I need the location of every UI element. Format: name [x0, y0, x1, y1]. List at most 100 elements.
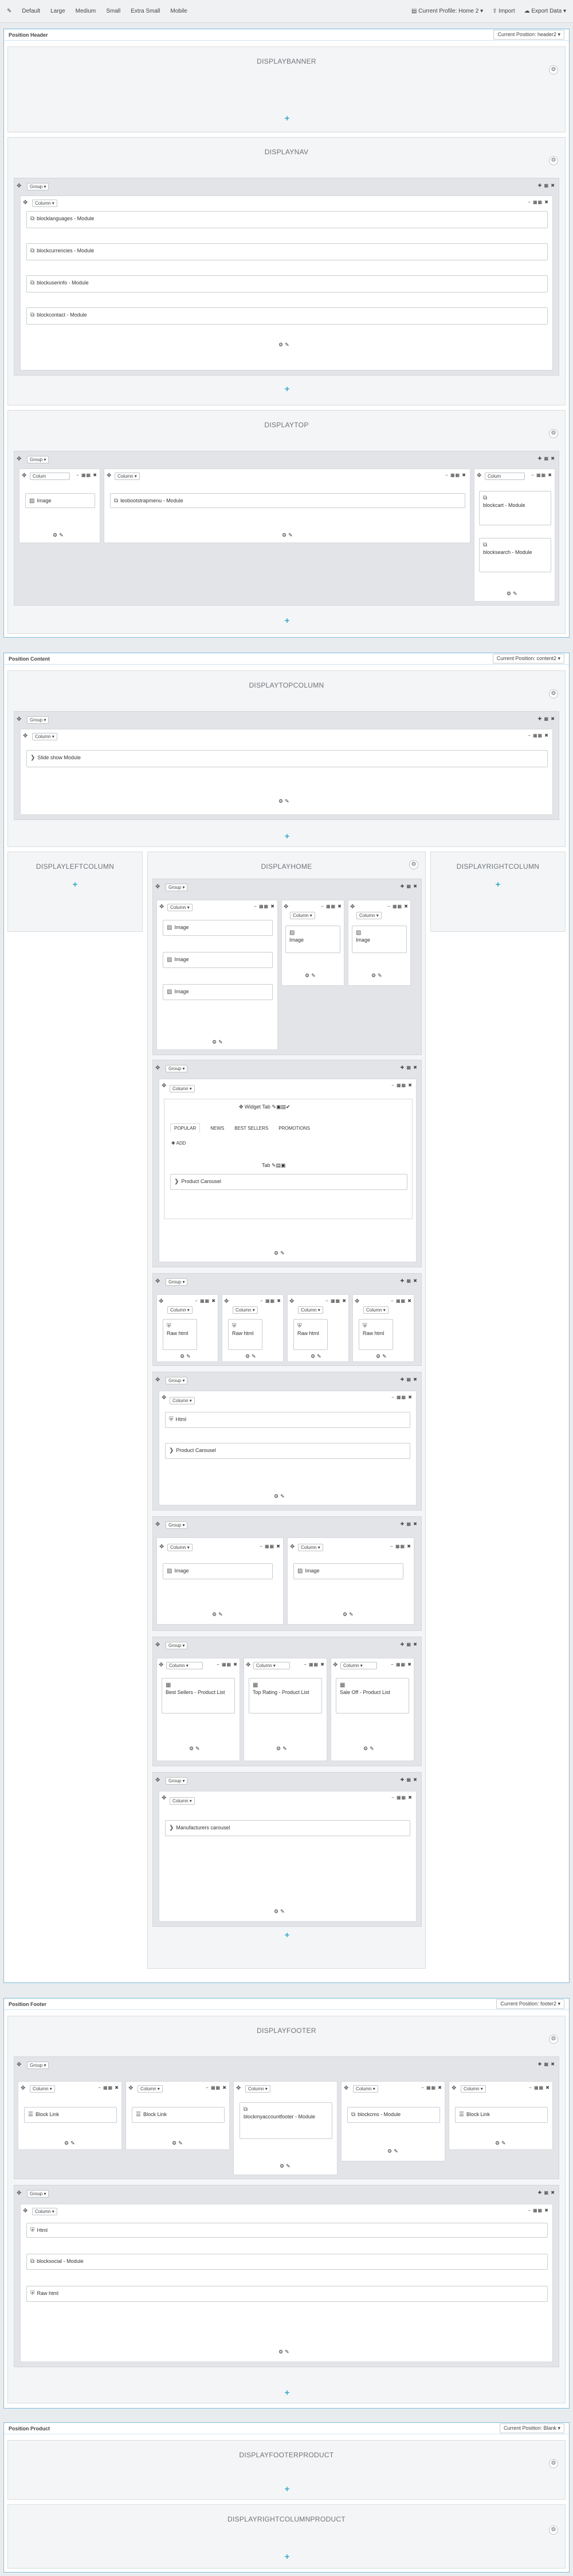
- add-group-button[interactable]: +: [283, 114, 291, 123]
- group-dropdown[interactable]: Group ▾: [27, 716, 49, 724]
- module-manufacturers-carousel[interactable]: ❯ Manufacturers carousel: [165, 1820, 410, 1836]
- column-edit-icons[interactable]: ⚙✎: [274, 1493, 286, 1500]
- column-edit-icons[interactable]: ⚙✎: [212, 1611, 225, 1618]
- column-dropdown[interactable]: Column ▾: [363, 1306, 388, 1314]
- position-select[interactable]: Current Position: header2 ▾: [493, 30, 564, 40]
- module-blockuserinfo[interactable]: ⧉ blockuserinfo - Module: [26, 275, 548, 292]
- column-dropdown[interactable]: Column ▾: [32, 2208, 57, 2215]
- position-select[interactable]: Current Position: Blank ▾: [499, 2423, 564, 2433]
- column-edit-icons[interactable]: ⚙✎: [282, 532, 295, 538]
- module-block-link[interactable]: ☰ Block Link: [455, 2107, 548, 2123]
- move-icon[interactable]: ✥: [155, 884, 160, 891]
- move-icon[interactable]: ✥: [289, 1298, 294, 1305]
- column-tools-icon[interactable]: − ▦▦ ✖: [321, 904, 342, 910]
- group-tools-icon[interactable]: ✚ ▦ ✖: [538, 2062, 555, 2067]
- column-tools-icon[interactable]: − ▦▦ ✖: [528, 2208, 549, 2214]
- tab-news[interactable]: NEWS: [210, 1126, 224, 1133]
- module-best-sellers[interactable]: ▦ Best Sellers - Product List: [162, 1678, 235, 1714]
- add-group-button[interactable]: +: [283, 832, 291, 841]
- module-image[interactable]: ▨ Image: [352, 926, 407, 953]
- move-icon[interactable]: ✥: [162, 1395, 166, 1402]
- column-edit-icons[interactable]: ⚙✎: [276, 1746, 289, 1752]
- module-raw-html[interactable]: ⛨ Raw html: [359, 1319, 393, 1350]
- gear-icon[interactable]: ⚙: [549, 156, 558, 165]
- column-tools-icon[interactable]: − ▦▦ ✖: [391, 1298, 412, 1304]
- column-dropdown[interactable]: Column ▾: [290, 912, 315, 919]
- move-icon[interactable]: ✥: [23, 200, 28, 206]
- column-edit-icons[interactable]: ⚙✎: [274, 1908, 286, 1915]
- group-tools-icon[interactable]: ✚ ▦ ✖: [401, 1777, 418, 1783]
- column-dropdown[interactable]: Column ▾: [356, 912, 382, 919]
- move-icon[interactable]: ✥: [350, 904, 355, 911]
- column-tools-icon[interactable]: − ▦▦ ✖: [206, 2085, 227, 2091]
- column-dropdown[interactable]: Colum: [485, 473, 525, 480]
- column-dropdown[interactable]: Colum: [30, 473, 70, 480]
- move-icon[interactable]: ✥: [22, 473, 26, 479]
- move-icon[interactable]: ✥: [17, 2190, 21, 2197]
- module-image[interactable]: ▨ Image: [293, 1563, 403, 1579]
- position-select[interactable]: Current Position: footer2 ▾: [496, 1999, 564, 2009]
- module-image[interactable]: ▨ Image: [163, 920, 273, 936]
- tab-tools-icon[interactable]: ✎▤▣: [270, 1162, 286, 1168]
- column-dropdown[interactable]: Column ▾: [340, 1662, 377, 1669]
- module-sale-off[interactable]: ▦ Sale Off - Product List: [336, 1678, 409, 1714]
- move-icon[interactable]: ✥: [284, 904, 288, 911]
- module-blocklanguages[interactable]: ⧉ blocklanguages - Module: [26, 211, 548, 228]
- column-tools-icon[interactable]: − ▦▦ ✖: [445, 473, 466, 478]
- column-dropdown[interactable]: Column ▾: [461, 2085, 486, 2093]
- column-edit-icons[interactable]: ⚙✎: [180, 1353, 193, 1360]
- module-blockcart[interactable]: ⧉ blockcart - Module: [479, 491, 551, 525]
- column-edit-icons[interactable]: ⚙✎: [172, 2140, 185, 2146]
- column-tools-icon[interactable]: − ▦▦ ✖: [531, 473, 552, 478]
- group-dropdown[interactable]: Group ▾: [166, 1777, 188, 1785]
- group-dropdown[interactable]: Group ▾: [166, 884, 188, 891]
- move-icon[interactable]: ✥: [155, 1521, 160, 1528]
- module-raw-html[interactable]: ⛨ Raw html: [163, 1319, 197, 1350]
- add-group-button[interactable]: +: [283, 385, 291, 393]
- move-icon[interactable]: ✥: [17, 716, 21, 723]
- column-tools-icon[interactable]: − ▦▦ ✖: [528, 200, 549, 205]
- column-tools-icon[interactable]: − ▦▦ ✖: [254, 904, 275, 910]
- column-tools-icon[interactable]: − ▦▦ ✖: [391, 1395, 413, 1400]
- module-raw-html[interactable]: ⛨ Raw html: [228, 1319, 262, 1350]
- column-dropdown[interactable]: Column ▾: [32, 733, 57, 740]
- column-tools-icon[interactable]: − ▦▦ ✖: [325, 1298, 347, 1304]
- device-large[interactable]: Large: [50, 8, 65, 14]
- export-button[interactable]: ☁ Export Data ▾: [524, 8, 566, 14]
- add-group-button[interactable]: +: [71, 880, 79, 889]
- position-select[interactable]: Current Position: content2 ▾: [492, 654, 564, 663]
- add-group-button[interactable]: +: [283, 1931, 291, 1939]
- column-edit-icons[interactable]: ⚙✎: [311, 1353, 323, 1360]
- module-blockcms[interactable]: ⧉ blockcms - Module: [347, 2107, 440, 2123]
- group-dropdown[interactable]: Group ▾: [27, 456, 49, 463]
- column-tools-icon[interactable]: − ▦▦ ✖: [304, 1662, 325, 1668]
- gear-icon[interactable]: ⚙: [549, 65, 558, 75]
- add-tab-button[interactable]: ✚ ADD: [171, 1141, 186, 1146]
- column-dropdown[interactable]: Column ▾: [115, 473, 140, 480]
- group-dropdown[interactable]: Group ▾: [27, 183, 49, 190]
- move-icon[interactable]: ✥: [224, 1298, 229, 1305]
- move-icon[interactable]: ✥: [17, 456, 21, 463]
- column-tools-icon[interactable]: − ▦▦ ✖: [260, 1544, 281, 1549]
- move-icon[interactable]: ✥: [128, 2085, 133, 2092]
- column-tools-icon[interactable]: − ▦▦ ✖: [98, 2085, 119, 2091]
- column-dropdown[interactable]: Column ▾: [166, 1662, 203, 1669]
- column-edit-icons[interactable]: ⚙✎: [280, 2163, 292, 2169]
- tab-best-sellers[interactable]: BEST SELLERS: [234, 1126, 268, 1133]
- column-edit-icons[interactable]: ⚙✎: [212, 1039, 225, 1045]
- column-edit-icons[interactable]: ⚙✎: [274, 1250, 286, 1256]
- column-edit-icons[interactable]: ⚙✎: [305, 973, 317, 979]
- column-tools-icon[interactable]: − ▦▦ ✖: [529, 2085, 550, 2091]
- device-small[interactable]: Small: [106, 8, 120, 14]
- group-dropdown[interactable]: Group ▾: [166, 1278, 188, 1286]
- group-tools-icon[interactable]: ✚ ▦ ✖: [401, 1377, 418, 1383]
- add-group-button[interactable]: +: [283, 616, 291, 625]
- profile-dropdown[interactable]: ▤ Current Profile: Home 2 ▾: [411, 8, 483, 14]
- column-tools-icon[interactable]: − ▦▦ ✖: [391, 1083, 413, 1088]
- module-html[interactable]: ⛨ Html: [26, 2223, 548, 2238]
- column-tools-icon[interactable]: − ▦▦ ✖: [528, 733, 549, 739]
- column-dropdown[interactable]: Column ▾: [298, 1306, 323, 1314]
- column-dropdown[interactable]: Column ▾: [167, 1544, 193, 1551]
- move-icon[interactable]: ✥: [155, 1278, 160, 1285]
- group-dropdown[interactable]: Group ▾: [166, 1065, 188, 1072]
